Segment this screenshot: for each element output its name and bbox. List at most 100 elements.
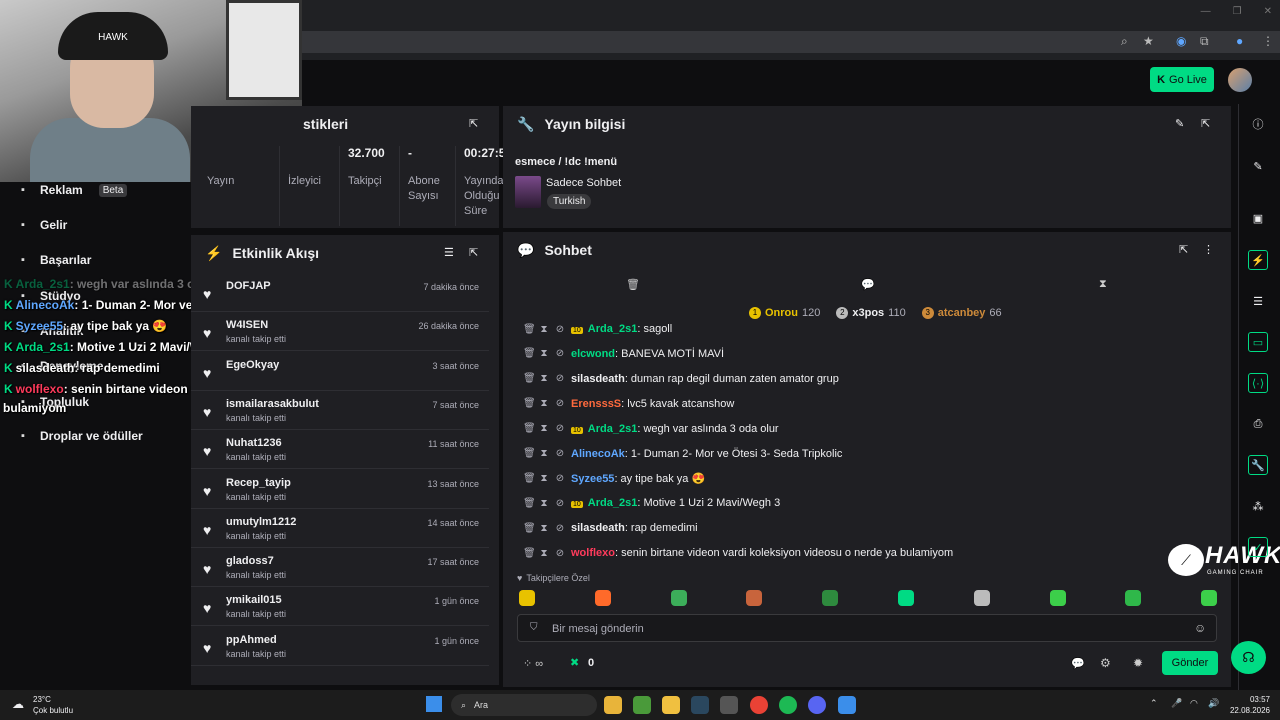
language-tag[interactable]: Turkish bbox=[547, 194, 592, 209]
chat-bubble-icon[interactable]: 💬 bbox=[1071, 657, 1085, 670]
browser-menu-icon[interactable]: ⋮ bbox=[1262, 34, 1274, 48]
delete-message-icon[interactable]: 🗑 bbox=[523, 373, 536, 384]
user-avatar[interactable] bbox=[1228, 68, 1252, 92]
lightning-icon[interactable]: ⚡ bbox=[1248, 250, 1268, 270]
activity-item[interactable]: ♥ Recep_tayip kanalı takip etti 13 saat önc… bbox=[191, 470, 489, 509]
edit-icon[interactable]: ✎ bbox=[1175, 117, 1184, 130]
emote-button[interactable] bbox=[670, 590, 687, 606]
emote-button[interactable] bbox=[898, 590, 914, 606]
emote-button[interactable] bbox=[973, 590, 990, 606]
wifi-icon[interactable]: ◠ bbox=[1190, 698, 1198, 709]
timeout-icon[interactable]: ⧗ bbox=[539, 473, 549, 484]
list-icon[interactable]: ☰ bbox=[1248, 291, 1268, 311]
emote-button[interactable] bbox=[1125, 590, 1142, 606]
steam-icon[interactable] bbox=[691, 696, 709, 714]
mod-settings-icon[interactable]: ✹ bbox=[1133, 656, 1143, 670]
filter-icon[interactable]: ☰ bbox=[444, 246, 454, 259]
broadcast-icon[interactable]: ⟨·⟩ bbox=[1248, 373, 1268, 393]
ban-icon[interactable]: ⊘ bbox=[555, 348, 565, 359]
address-bar[interactable] bbox=[300, 31, 1280, 53]
maximize-button[interactable]: ❐ bbox=[1233, 6, 1242, 17]
emoji-picker-icon[interactable]: ☺ bbox=[1194, 621, 1206, 635]
volume-icon[interactable]: 🔊 bbox=[1208, 698, 1219, 709]
settings-gear-icon[interactable]: ⚙ bbox=[1100, 656, 1111, 670]
timeout-icon[interactable]: ⧗ bbox=[539, 423, 549, 434]
trash-icon[interactable]: 🗑 bbox=[626, 278, 640, 291]
chat-username[interactable]: AlinecoAk bbox=[571, 448, 625, 460]
hourglass-icon[interactable]: ⧗ bbox=[1099, 278, 1107, 291]
activity-item[interactable]: ♥ ymikail015 kanalı takip etti 1 gün önce bbox=[191, 587, 489, 627]
ban-icon[interactable]: ⊘ bbox=[555, 324, 565, 335]
emote-button[interactable] bbox=[519, 590, 535, 606]
spotify-icon[interactable] bbox=[779, 696, 797, 714]
send-button[interactable]: Gönder bbox=[1162, 651, 1218, 675]
category-name[interactable]: Sadece Sohbet bbox=[546, 177, 621, 189]
extensions-puzzle-icon[interactable]: ⧉ bbox=[1200, 34, 1209, 49]
settings-app-icon[interactable] bbox=[720, 696, 738, 714]
popout-icon[interactable]: ⇱ bbox=[1201, 117, 1210, 130]
delete-message-icon[interactable]: 🗑 bbox=[523, 423, 536, 434]
delete-message-icon[interactable]: 🗑 bbox=[523, 473, 536, 484]
delete-message-icon[interactable]: 🗑 bbox=[523, 324, 536, 335]
minecraft-icon[interactable] bbox=[633, 696, 651, 714]
activity-item[interactable]: ♥ EgeOkyay 3 saat önce bbox=[191, 352, 489, 391]
ban-icon[interactable]: ⊘ bbox=[555, 398, 565, 409]
ban-icon[interactable]: ⊘ bbox=[555, 523, 565, 534]
chat-icon[interactable]: ▭ bbox=[1248, 332, 1268, 352]
share-icon[interactable]: ⁂ bbox=[1248, 496, 1268, 516]
bookmark-star-icon[interactable]: ★ bbox=[1143, 34, 1154, 48]
extension-icon[interactable]: ◉ bbox=[1176, 34, 1186, 48]
activity-item[interactable]: ♥ DOFJAP 7 dakika önce bbox=[191, 273, 489, 312]
activity-item[interactable]: ♥ ppAhmed kanalı takip etti 1 gün önce bbox=[191, 627, 489, 666]
zoom-icon[interactable]: ⌕ bbox=[1121, 34, 1128, 49]
taskbar-search[interactable]: ⌕ Ara bbox=[451, 694, 597, 716]
timeout-icon[interactable]: ⧗ bbox=[539, 373, 549, 384]
activity-item[interactable]: ♥ gladoss7 kanalı takip etti 17 saat önce bbox=[191, 548, 489, 588]
timeout-icon[interactable]: ⧗ bbox=[539, 498, 549, 509]
delete-message-icon[interactable]: 🗑 bbox=[523, 523, 536, 534]
delete-message-icon[interactable]: 🗑 bbox=[523, 448, 536, 459]
ban-icon[interactable]: ⊘ bbox=[555, 498, 565, 509]
chat-username[interactable]: Syzee55 bbox=[571, 473, 614, 485]
profile-icon[interactable]: ● bbox=[1236, 34, 1243, 48]
chat-bubble-icon[interactable]: 💬 bbox=[861, 278, 875, 291]
delete-message-icon[interactable]: 🗑 bbox=[523, 548, 536, 559]
timeout-icon[interactable]: ⧗ bbox=[539, 548, 549, 559]
delete-message-icon[interactable]: 🗑 bbox=[523, 498, 536, 509]
leaderboard-entry[interactable]: 3 atcanbey 66 bbox=[921, 307, 1002, 319]
notepad-icon[interactable] bbox=[838, 696, 856, 714]
timeout-icon[interactable]: ⧗ bbox=[539, 348, 549, 359]
minimize-button[interactable]: — bbox=[1201, 6, 1211, 17]
chat-username[interactable]: ErensssS bbox=[571, 398, 621, 410]
ban-icon[interactable]: ⊘ bbox=[555, 423, 565, 434]
timeout-icon[interactable]: ⧗ bbox=[539, 398, 549, 409]
timeout-icon[interactable]: ⧗ bbox=[539, 448, 549, 459]
chat-username[interactable]: silasdeath bbox=[571, 373, 625, 385]
chat-username[interactable]: wolflexo bbox=[571, 547, 615, 559]
ban-icon[interactable]: ⊘ bbox=[555, 473, 565, 484]
sidebar-item[interactable]: ▪ Droplar ve ödüller bbox=[16, 429, 143, 443]
activity-item[interactable]: ♥ umutylm1212 kanalı takip etti 14 saat önc… bbox=[191, 509, 489, 548]
chat-username[interactable]: silasdeath bbox=[571, 522, 625, 534]
timeout-icon[interactable]: ⧗ bbox=[539, 324, 549, 335]
tray-chevron-icon[interactable]: ⌃ bbox=[1150, 698, 1158, 709]
emote-button[interactable] bbox=[746, 590, 763, 606]
timeout-icon[interactable]: ⧗ bbox=[539, 523, 549, 534]
wrench-icon[interactable]: 🔧 bbox=[1248, 455, 1268, 475]
info-icon[interactable]: ⓘ bbox=[1248, 114, 1268, 134]
windows-start-icon[interactable] bbox=[426, 696, 442, 712]
ban-icon[interactable]: ⊘ bbox=[555, 548, 565, 559]
pencil-icon[interactable]: ✎ bbox=[1248, 156, 1268, 176]
emote-button[interactable] bbox=[1201, 590, 1218, 606]
leaderboard-entry[interactable]: 1 Onrou 120 bbox=[749, 307, 820, 319]
leaderboard-entry[interactable]: 2 x3pos 110 bbox=[836, 307, 906, 319]
ban-icon[interactable]: ⊘ bbox=[555, 373, 565, 384]
popout-icon[interactable]: ⇱ bbox=[469, 246, 478, 259]
emote-button[interactable] bbox=[594, 590, 611, 606]
hawk-side-icon[interactable]: ✓ bbox=[1248, 537, 1268, 557]
activity-item[interactable]: ♥ Nuhat1236 kanalı takip etti 11 saat önce bbox=[191, 430, 489, 470]
ban-icon[interactable]: ⊘ bbox=[555, 448, 565, 459]
sidebar-item[interactable]: ▪ Başarılar bbox=[16, 253, 91, 267]
go-live-button[interactable]: K Go Live bbox=[1150, 67, 1214, 92]
chat-menu-icon[interactable]: ⋮ bbox=[1203, 243, 1214, 256]
